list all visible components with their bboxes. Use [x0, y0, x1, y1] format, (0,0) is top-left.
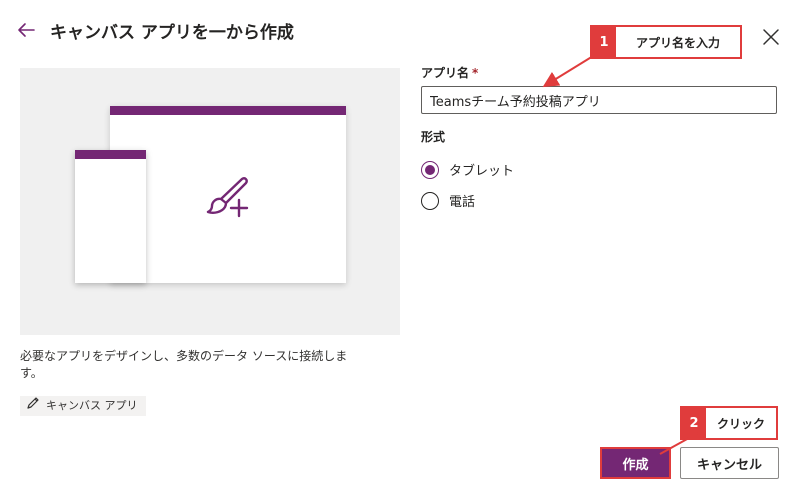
format-option-phone[interactable]: 電話: [421, 191, 475, 210]
template-description: 必要なアプリをデザインし、多数のデータ ソースに接続します。: [20, 349, 348, 380]
page-title: キャンバス アプリを一から作成: [50, 23, 294, 43]
radio-button[interactable]: [421, 191, 439, 210]
annotation-number: 1: [592, 27, 616, 57]
back-arrow-icon[interactable]: [14, 18, 38, 42]
annotation-callout-2: 2 クリック: [680, 406, 778, 440]
create-button[interactable]: 作成: [600, 447, 671, 479]
radio-button-selected[interactable]: [421, 160, 439, 179]
app-name-label: アプリ名 *: [421, 66, 479, 80]
pencil-icon: [26, 396, 40, 417]
required-indicator: *: [472, 66, 479, 80]
paintbrush-plus-icon: [204, 176, 252, 218]
format-option-label: 電話: [449, 195, 476, 210]
annotation-callout-1: 1 アプリ名を入力: [590, 25, 742, 59]
app-type-tag: キャンバス アプリ: [20, 396, 146, 416]
annotation-text: クリック: [716, 416, 765, 431]
annotation-text: アプリ名を入力: [635, 35, 720, 50]
annotation-number: 2: [682, 408, 706, 438]
phone-window-illustration: [75, 150, 146, 283]
format-option-tablet[interactable]: タブレット: [421, 160, 514, 179]
app-name-input[interactable]: [421, 86, 777, 114]
close-icon[interactable]: [758, 24, 784, 50]
cancel-button[interactable]: キャンセル: [680, 447, 779, 479]
app-type-tag-label: キャンバス アプリ: [46, 399, 138, 412]
format-label: 形式: [421, 130, 446, 144]
format-option-label: タブレット: [449, 164, 515, 179]
